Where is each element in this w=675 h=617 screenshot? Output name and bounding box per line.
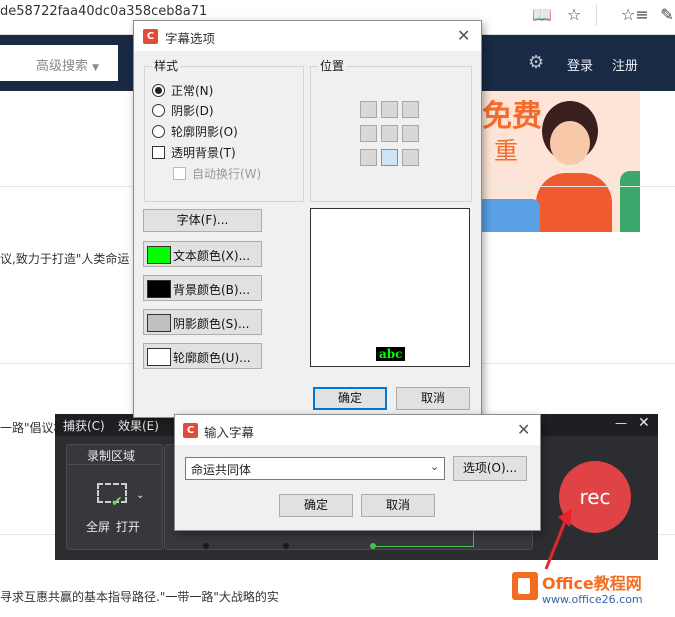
toolbar-divider bbox=[596, 4, 597, 26]
open-label[interactable]: 打开 bbox=[116, 518, 140, 535]
chevron-down-icon[interactable]: ⌄ bbox=[136, 490, 144, 501]
url-text[interactable]: de58722faa40dc0a358ceb8a71 bbox=[0, 4, 207, 19]
banner-figure-face bbox=[550, 121, 590, 165]
radio-label[interactable]: 轮廓阴影(O) bbox=[171, 123, 238, 140]
panel-dot bbox=[203, 543, 209, 549]
chevron-down-icon[interactable]: ⌄ bbox=[430, 460, 439, 473]
cancel-button[interactable]: 取消 bbox=[396, 387, 470, 410]
radio-button[interactable] bbox=[152, 84, 165, 97]
close-icon[interactable]: ✕ bbox=[457, 26, 470, 45]
watermark: Office教程网 www.office26.com bbox=[512, 568, 672, 614]
position-cell[interactable] bbox=[402, 101, 419, 118]
position-grid bbox=[360, 101, 419, 169]
ok-button[interactable]: 确定 bbox=[313, 387, 387, 410]
register-link[interactable]: 注册 bbox=[612, 55, 638, 74]
red-arrow-icon bbox=[544, 509, 572, 570]
reader-mode-icon[interactable]: 📖 bbox=[531, 4, 553, 26]
article-snippet[interactable]: 寻求互惠共赢的基本指导路径."一带一路"大战略的实 bbox=[0, 588, 279, 605]
button-label: 文本颜色(X)... bbox=[173, 249, 251, 263]
style-group-label: 样式 bbox=[152, 57, 181, 74]
panel-dot bbox=[283, 543, 289, 549]
banner-figure-body bbox=[536, 173, 612, 232]
favorite-star-icon[interactable]: ☆ bbox=[563, 4, 585, 26]
outline-color-swatch bbox=[147, 348, 171, 366]
checkbox[interactable] bbox=[152, 146, 165, 159]
subtitle-text-combobox[interactable]: 命运共同体 ⌄ bbox=[185, 457, 445, 480]
position-group-label: 位置 bbox=[318, 57, 347, 74]
radio-label[interactable]: 正常(N) bbox=[171, 82, 213, 99]
subtitle-options-dialog: C 字幕选项 ✕ 样式 正常(N) 阴影(D) 轮廓阴影(O) 透明背景(T) … bbox=[133, 20, 482, 418]
position-cell[interactable] bbox=[360, 149, 377, 166]
background-color-swatch bbox=[147, 280, 171, 298]
options-button[interactable]: 选项(O)... bbox=[453, 456, 527, 481]
menu-capture[interactable]: 捕获(C) bbox=[63, 417, 105, 434]
radio-label[interactable]: 阴影(D) bbox=[171, 102, 214, 119]
app-icon: C bbox=[183, 423, 198, 438]
audio-level-line bbox=[376, 546, 473, 547]
radio-button[interactable] bbox=[152, 104, 165, 117]
checkbox-label[interactable]: 透明背景(T) bbox=[171, 144, 236, 161]
checkbox-label: 自动换行(W) bbox=[192, 167, 262, 181]
office-logo-inner bbox=[518, 578, 530, 594]
dialog-title: 字幕选项 bbox=[165, 31, 216, 46]
position-cell-selected[interactable] bbox=[381, 149, 398, 166]
shadow-color-button[interactable]: 阴影颜色(S)... bbox=[143, 309, 262, 335]
banner-subline: 重 bbox=[494, 137, 518, 165]
close-icon[interactable]: ✕ bbox=[517, 420, 530, 439]
checkmark-icon: ✔ bbox=[111, 494, 123, 510]
fullscreen-label[interactable]: 全屏 bbox=[86, 518, 110, 535]
position-cell[interactable] bbox=[360, 101, 377, 118]
watermark-url: www.office26.com bbox=[542, 593, 643, 606]
text-color-button[interactable]: 文本颜色(X)... bbox=[143, 241, 262, 267]
button-label: 阴影颜色(S)... bbox=[173, 317, 250, 331]
cancel-button[interactable]: 取消 bbox=[361, 494, 435, 517]
close-icon[interactable]: ✕ bbox=[638, 415, 650, 431]
position-cell[interactable] bbox=[402, 149, 419, 166]
font-button[interactable]: 字体(F)... bbox=[143, 209, 262, 232]
minimize-icon[interactable]: — bbox=[615, 416, 627, 430]
button-label: 轮廓颜色(U)... bbox=[173, 351, 251, 365]
preview-text: abc bbox=[376, 347, 406, 361]
login-link[interactable]: 登录 bbox=[567, 55, 593, 74]
combobox-value[interactable]: 命运共同体 bbox=[191, 461, 251, 478]
position-cell[interactable] bbox=[381, 125, 398, 142]
promo-banner[interactable]: 免费 重 bbox=[470, 91, 640, 232]
ok-button[interactable]: 确定 bbox=[279, 494, 353, 517]
article-snippet[interactable]: 议,致力于打造"人类命运 bbox=[0, 250, 129, 267]
checkbox bbox=[173, 167, 186, 180]
gear-icon[interactable]: ⚙ bbox=[528, 52, 544, 73]
radio-button[interactable] bbox=[152, 125, 165, 138]
dialog-title: 输入字幕 bbox=[204, 425, 255, 440]
chevron-down-icon: ▼ bbox=[92, 63, 100, 73]
position-cell[interactable] bbox=[360, 125, 377, 142]
banner-headline: 免费 bbox=[482, 99, 542, 134]
button-label: 背景颜色(B)... bbox=[173, 283, 251, 297]
shadow-color-swatch bbox=[147, 314, 171, 332]
text-color-swatch bbox=[147, 246, 171, 264]
input-subtitle-dialog: C 输入字幕 ✕ 命运共同体 ⌄ 选项(O)... 确定 取消 bbox=[174, 414, 541, 531]
banner-plant bbox=[620, 171, 640, 232]
background-color-button[interactable]: 背景颜色(B)... bbox=[143, 275, 262, 301]
audio-level-line bbox=[473, 530, 474, 547]
position-cell[interactable] bbox=[381, 101, 398, 118]
record-region-label: 录制区域 bbox=[87, 449, 136, 463]
favorites-list-icon[interactable]: ☆≡ bbox=[621, 4, 649, 26]
divider bbox=[67, 464, 160, 465]
menu-effects[interactable]: 效果(E) bbox=[118, 417, 159, 434]
advanced-search-link[interactable]: 高级搜索 ▼ bbox=[36, 55, 99, 74]
outline-color-button[interactable]: 轮廓颜色(U)... bbox=[143, 343, 262, 369]
app-icon: C bbox=[143, 29, 158, 44]
watermark-brand: Office教程网 bbox=[542, 574, 642, 593]
preview-box bbox=[310, 208, 470, 367]
position-cell[interactable] bbox=[402, 125, 419, 142]
pen-icon[interactable]: ✎ bbox=[656, 4, 675, 26]
